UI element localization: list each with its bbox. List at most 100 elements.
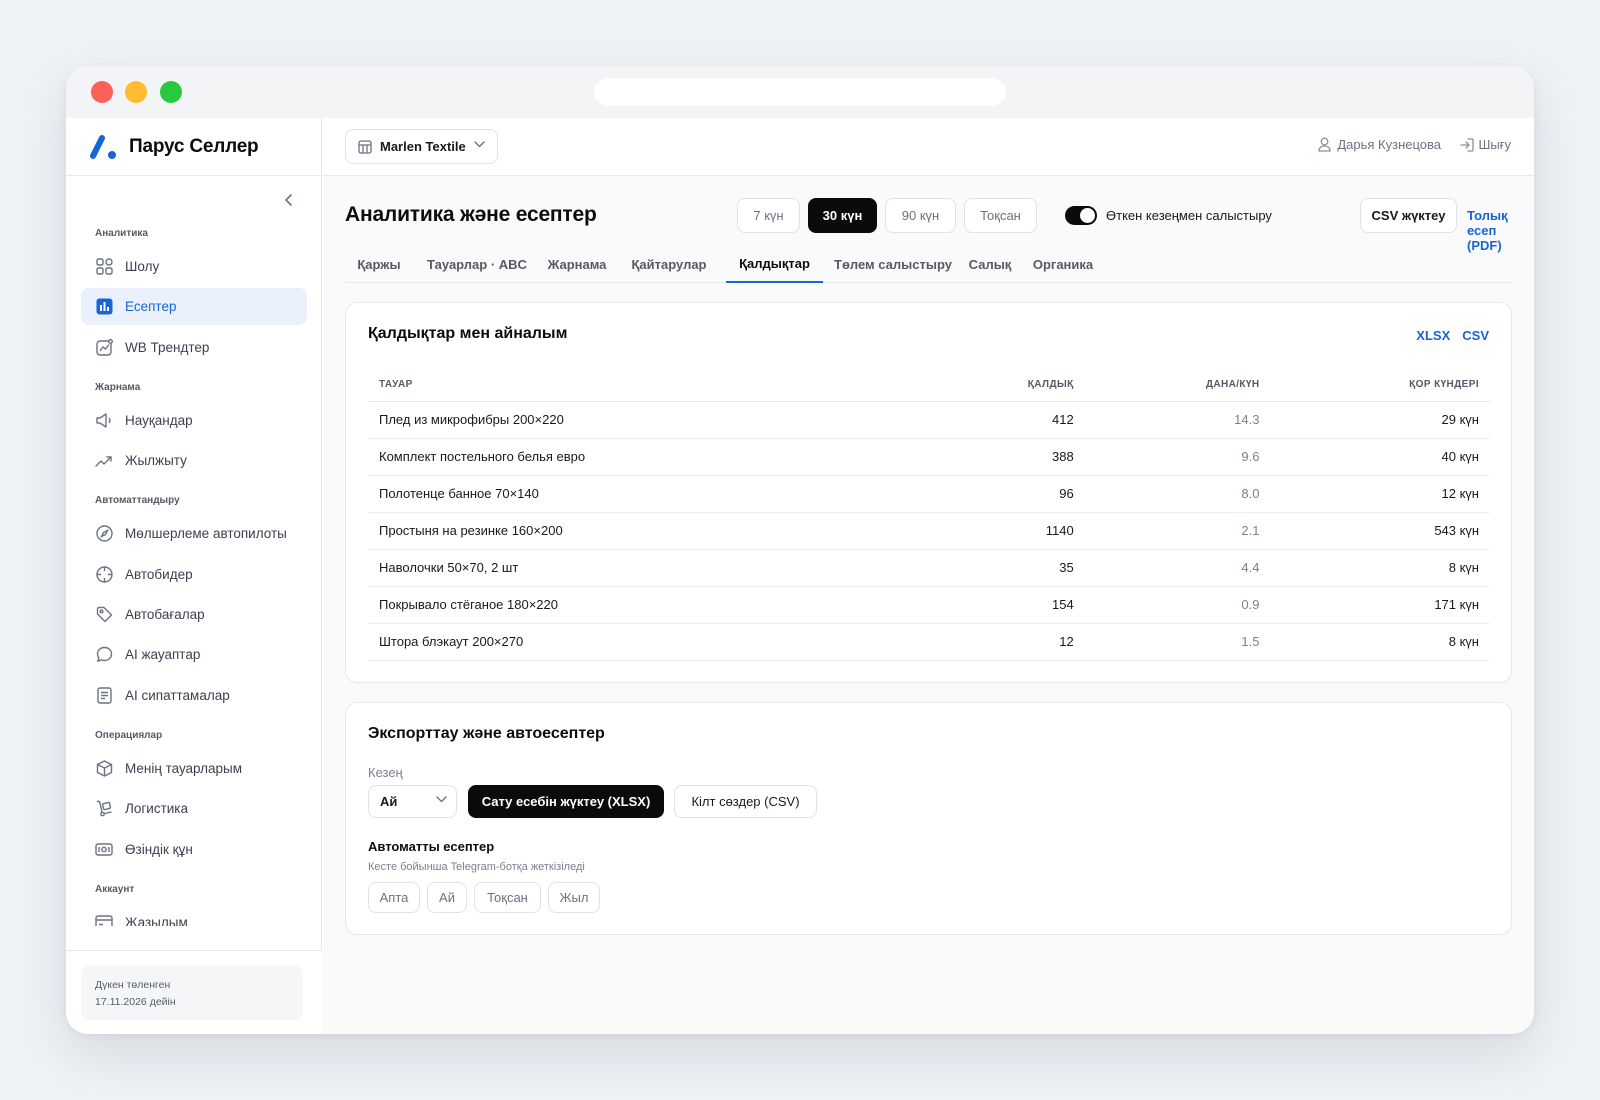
download-sales-report-button[interactable]: Сату есебін жүктеу (XLSX) (468, 785, 664, 818)
days-of-stock-cell: 8 күн (1270, 549, 1490, 587)
main-content: Marlen Textile Дарья Кузнецова Шығу Анал… (323, 118, 1534, 1034)
units-per-day-cell: 4.4 (1084, 549, 1271, 587)
nav-group-title: Автоматтандыру (95, 495, 180, 507)
brand[interactable]: Парус Селлер (66, 118, 321, 176)
export-card-title: Экспорттау және автоесептер (368, 725, 605, 742)
days-of-stock-cell: 40 күн (1270, 438, 1490, 476)
schedule-week-chip[interactable]: Апта (368, 882, 420, 913)
period-7-days-button[interactable]: 7 күн (737, 198, 800, 233)
tab-payment-reconciliation[interactable]: Төлем салыстыру (831, 246, 955, 283)
xlsx-link[interactable]: XLSX (1416, 328, 1450, 343)
tag-icon (95, 605, 113, 623)
sidebar-item-label: Логистика (125, 801, 189, 817)
title-bar (66, 66, 1534, 118)
schedule-year-chip[interactable]: Жыл (548, 882, 600, 913)
nav-group-title: Аккаунт (95, 883, 135, 895)
period-90-days-button[interactable]: 90 күн (885, 198, 956, 233)
units-per-day-cell: 2.1 (1084, 512, 1271, 550)
sidebar-item-label: Есептер (125, 299, 177, 315)
table-row[interactable]: Комплект постельного белья евро 388 9.6 … (368, 438, 1490, 476)
sidebar-item-wb-trends[interactable]: WB Трендтер (81, 329, 307, 366)
minimize-window-button[interactable] (125, 81, 147, 103)
table-row[interactable]: Плед из микрофибры 200×220 412 14.3 29 к… (368, 401, 1490, 439)
stock-cell: 35 (939, 549, 1085, 587)
sidebar-item-label: Өзіндік құн (125, 841, 193, 857)
schedule-month-chip[interactable]: Ай (427, 882, 467, 913)
sidebar-item-ai-descriptions[interactable]: AI сипаттамалар (81, 677, 307, 714)
units-per-day-cell: 8.0 (1084, 475, 1271, 513)
sidebar-item-bid-autopilot[interactable]: Мөлшерлеме автопилоты (81, 515, 307, 552)
logout-icon (1459, 137, 1474, 152)
tab-advertising[interactable]: Жарнама (541, 246, 613, 283)
stock-export-links: XLSX CSV (1416, 328, 1489, 343)
period-select-value: Ай (380, 794, 398, 809)
sidebar-item-ai-replies[interactable]: AI жауаптар (81, 636, 307, 673)
sidebar-item-autobidder[interactable]: Автобидер (81, 556, 307, 593)
sidebar-item-label: Жылжыту (125, 453, 187, 469)
browser-window: Парус Селлер Аналитика Шолу Есептер WB Т… (66, 66, 1534, 1034)
sidebar-item-reports[interactable]: Есептер (81, 288, 307, 326)
sidebar: Парус Селлер Аналитика Шолу Есептер WB Т… (66, 118, 322, 1034)
table-row[interactable]: Полотенце банное 70×140 96 8.0 12 күн (368, 475, 1490, 513)
table-row[interactable]: Штора блэкаут 200×270 12 1.5 8 күн (368, 623, 1490, 661)
sidebar-item-label: Менің тауарларым (125, 760, 242, 776)
table-row[interactable]: Простыня на резинке 160×200 1140 2.1 543… (368, 512, 1490, 550)
period-quarter-button[interactable]: Тоқсан (964, 198, 1037, 233)
column-header-stock[interactable]: ҚАЛДЫҚ (939, 369, 1085, 402)
sidebar-item-overview[interactable]: Шолу (81, 248, 307, 285)
sidebar-item-label: Шолу (125, 259, 160, 274)
csv-link[interactable]: CSV (1462, 328, 1489, 343)
column-header-days-of-stock[interactable]: ҚОР КҮНДЕРІ (1270, 369, 1490, 402)
tab-stock[interactable]: Қалдықтар (726, 246, 823, 283)
stock-cell: 154 (939, 586, 1085, 624)
sidebar-item-cost-price[interactable]: Өзіндік құн (81, 831, 307, 868)
period-30-days-button[interactable]: 30 күн (808, 198, 877, 233)
store-select[interactable]: Marlen Textile (345, 129, 498, 164)
tab-organic[interactable]: Органика (1025, 246, 1101, 283)
sidebar-item-campaigns[interactable]: Науқандар (81, 402, 307, 439)
schedule-quarter-chip[interactable]: Тоқсан (474, 882, 541, 913)
tab-finance[interactable]: Қаржы (345, 246, 413, 283)
document-icon (95, 686, 113, 704)
nav-group-title: Операциялар (95, 729, 163, 741)
toggle-knob (1080, 208, 1095, 223)
user-icon (1318, 137, 1331, 152)
auto-reports-subtitle: Кесте бойынша Telegram-ботқа жеткізіледі (368, 861, 585, 873)
period-field-label: Кезең (368, 765, 403, 780)
units-per-day-cell: 9.6 (1084, 438, 1271, 476)
compass-icon (95, 525, 113, 543)
user-menu[interactable]: Дарья Кузнецова (1318, 137, 1441, 152)
table-row[interactable]: Наволочки 50×70, 2 шт 35 4.4 8 күн (368, 549, 1490, 587)
download-keywords-button[interactable]: Кілт сөздер (CSV) (674, 785, 817, 818)
days-of-stock-cell: 29 күн (1270, 401, 1490, 439)
chevron-left-icon (285, 194, 292, 206)
trending-up-icon (95, 452, 113, 470)
sidebar-item-logistics[interactable]: Логистика (81, 790, 307, 827)
sidebar-item-my-products[interactable]: Менің тауарларым (81, 750, 307, 787)
column-header-product[interactable]: ТАУАР (368, 369, 940, 402)
sidebar-item-subscription[interactable]: Жазылым (81, 904, 307, 926)
maximize-window-button[interactable] (160, 81, 182, 103)
address-bar[interactable] (594, 78, 1006, 106)
sidebar-nav: Аналитика Шолу Есептер WB Трендтер Жарна… (66, 226, 322, 926)
hand-truck-icon (95, 800, 113, 818)
logout-button[interactable]: Шығу (1459, 137, 1511, 152)
chat-bubble-icon (95, 646, 113, 664)
column-header-units-per-day[interactable]: ДАНА/КҮН (1084, 369, 1271, 402)
tab-products-abc[interactable]: Тауарлар · ABC (423, 246, 531, 283)
product-cell: Штора блэкаут 200×270 (368, 623, 940, 661)
product-cell: Наволочки 50×70, 2 шт (368, 549, 940, 587)
table-row[interactable]: Покрывало стёганое 180×220 154 0.9 171 к… (368, 586, 1490, 624)
tab-tax[interactable]: Салық (965, 246, 1015, 283)
compare-toggle[interactable] (1065, 206, 1097, 225)
period-select[interactable]: Ай (368, 785, 457, 818)
sidebar-item-label: AI сипаттамалар (125, 687, 230, 703)
csv-download-button[interactable]: CSV жүктеу (1360, 198, 1457, 233)
sidebar-item-promotion[interactable]: Жылжыту (81, 442, 307, 479)
collapse-sidebar-button[interactable] (279, 190, 299, 210)
paid-until-date: 17.11.2026 дейін (95, 996, 176, 1008)
sidebar-item-label: AI жауаптар (125, 647, 201, 663)
sidebar-item-autoprices[interactable]: Автобағалар (81, 596, 307, 633)
close-window-button[interactable] (91, 81, 113, 103)
tab-returns[interactable]: Қайтарулар (623, 246, 715, 283)
